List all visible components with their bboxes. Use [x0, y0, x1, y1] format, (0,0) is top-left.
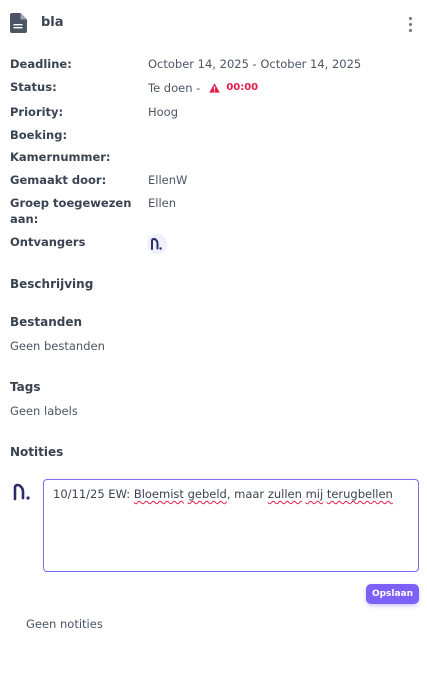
deadline-value: October 14, 2025 - October 14, 2025 — [148, 57, 362, 71]
tags-empty-text: Geen labels — [10, 404, 78, 418]
files-heading: Bestanden — [10, 315, 83, 329]
note-textarea[interactable]: 10/11/25 EW: Bloemist gebeld, maar zulle… — [43, 479, 419, 572]
more-options-icon[interactable] — [404, 12, 416, 34]
created-by-value: EllenW — [148, 173, 188, 187]
description-heading: Beschrijving — [10, 277, 94, 291]
priority-label: Priority: — [10, 105, 64, 119]
note-text: 10/11/25 EW: Bloemist gebeld, maar zulle… — [53, 487, 393, 501]
created-by-label: Gemaakt door: — [10, 173, 107, 187]
assigned-group-value: Ellen — [148, 196, 177, 210]
status-text: Te doen - — [148, 81, 201, 95]
room-number-label: Kamernummer: — [10, 150, 111, 164]
files-empty-text: Geen bestanden — [10, 339, 105, 353]
booking-label: Boeking: — [10, 128, 68, 142]
recipients-label: Ontvangers — [10, 235, 86, 249]
assigned-group-label-line1: Groep toegewezen — [10, 196, 132, 210]
task-detail-panel: bla Deadline: October 14, 2025 - October… — [0, 0, 427, 690]
save-note-button[interactable]: Opslaan — [366, 584, 419, 604]
status-value: Te doen - 00:00 — [148, 80, 258, 96]
warning-icon — [209, 83, 221, 93]
priority-value: Hoog — [148, 105, 179, 119]
document-icon — [10, 13, 27, 33]
notes-heading: Notities — [10, 445, 64, 459]
notes-empty-text: Geen notities — [26, 617, 103, 631]
task-title: bla — [41, 15, 64, 30]
recipient-avatar[interactable] — [147, 234, 167, 254]
user-logo-icon — [13, 483, 30, 501]
overdue-time: 00:00 — [226, 82, 259, 93]
task-header: bla — [10, 12, 420, 34]
tags-heading: Tags — [10, 380, 41, 394]
status-label: Status: — [10, 80, 57, 94]
assigned-group-label-line2: aan: — [10, 212, 39, 226]
deadline-label: Deadline: — [10, 57, 72, 71]
recipient-logo-icon — [151, 238, 162, 250]
